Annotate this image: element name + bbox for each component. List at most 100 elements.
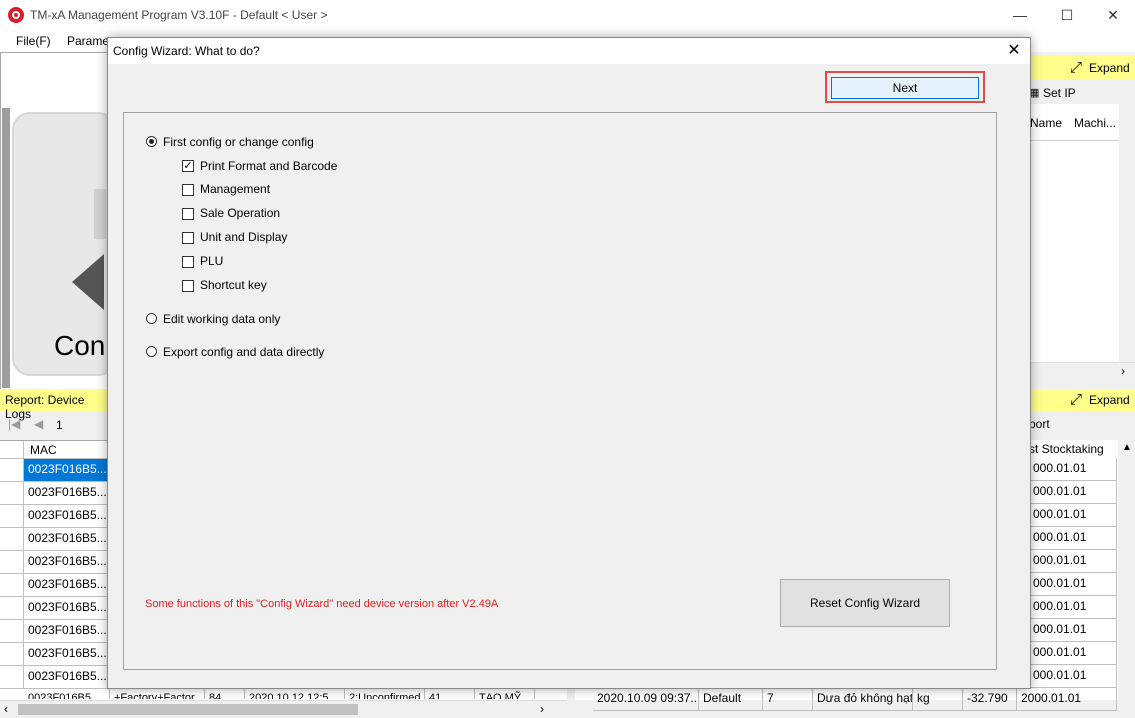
last-left-cell[interactable]: 2:Unconfirmed	[345, 689, 425, 699]
radio-first-config[interactable]	[146, 136, 157, 147]
last-right-cell[interactable]: -32.790	[963, 688, 1017, 711]
stock-grid-vscroll[interactable]: ▲	[1118, 440, 1135, 700]
row-header[interactable]	[0, 459, 24, 482]
last-right-cell[interactable]: 2000.01.01	[1017, 688, 1117, 711]
stocktaking-cell[interactable]: 000.01.01	[1029, 596, 1117, 619]
app-logo-icon	[8, 7, 24, 23]
last-right-cell[interactable]: Dưa đỏ không hạt	[813, 688, 913, 711]
window-title: TM-xA Management Program V3.10F - Defaul…	[30, 8, 328, 22]
scroll-right-icon-2[interactable]: ›	[540, 702, 544, 716]
export-label[interactable]: port	[1029, 417, 1050, 431]
menu-file[interactable]: File(F)	[16, 34, 51, 48]
config-tile-label: Con	[54, 330, 106, 361]
mac-cell[interactable]: 0023F016B5...	[24, 574, 110, 597]
row-header[interactable]	[0, 551, 24, 574]
device-grid-hscroll[interactable]: ›	[1029, 362, 1135, 380]
maximize-icon[interactable]: ☐	[1044, 0, 1090, 30]
stocktaking-cell[interactable]: 000.01.01	[1029, 481, 1117, 504]
check-plu-label[interactable]: PLU	[200, 254, 223, 268]
mac-cell[interactable]: 0023F016B5...	[24, 482, 110, 505]
scroll-right-icon[interactable]: ›	[1121, 364, 1125, 378]
row-header[interactable]	[0, 597, 24, 620]
last-row-right: 2020.10.09 09:37... Default 7 Dưa đỏ không …	[593, 688, 1117, 711]
row-header[interactable]	[0, 528, 24, 551]
row-header[interactable]	[0, 643, 24, 666]
mac-cell[interactable]: 0023F016B5...	[24, 528, 110, 551]
stocktaking-cell[interactable]: 000.01.01	[1029, 550, 1117, 573]
radio-export[interactable]	[146, 346, 157, 357]
reset-config-wizard-button[interactable]: Reset Config Wizard	[780, 579, 950, 627]
radio-export-label[interactable]: Export config and data directly	[163, 345, 324, 359]
radio-first-config-label[interactable]: First config or change config	[163, 135, 314, 149]
set-ip-button[interactable]: Set IP	[1043, 86, 1076, 100]
right-report-bar: ⤢ Expand	[1029, 389, 1135, 411]
col-machine[interactable]: Machi...	[1074, 116, 1116, 130]
row-header[interactable]	[0, 620, 24, 643]
last-left-cell[interactable]: 2020.10.12 12:5	[245, 689, 345, 699]
mac-cell[interactable]: 0023F016B5...	[24, 459, 110, 482]
page-number[interactable]: 1	[56, 418, 63, 432]
menu-parameter[interactable]: Parame	[67, 34, 109, 48]
stocktaking-cell[interactable]: 000.01.01	[1029, 504, 1117, 527]
check-sale-operation-label[interactable]: Sale Operation	[200, 206, 280, 220]
last-left-cell[interactable]: 41	[425, 689, 475, 699]
check-unit-display[interactable]	[182, 232, 194, 244]
stocktaking-cell[interactable]: 000.01.01	[1029, 642, 1117, 665]
col-name[interactable]: Name	[1030, 116, 1062, 130]
check-unit-display-label[interactable]: Unit and Display	[200, 230, 287, 244]
row-header[interactable]	[0, 666, 24, 689]
next-button[interactable]: Next	[831, 77, 979, 99]
scroll-thumb[interactable]	[18, 704, 358, 715]
minimize-icon[interactable]: —	[997, 0, 1043, 30]
mac-cell[interactable]: 0023F016B5...	[24, 620, 110, 643]
scroll-left-icon[interactable]: ‹	[4, 702, 8, 716]
prev-page-icon[interactable]: ◀	[34, 417, 43, 431]
last-left-cell[interactable]: TẠO MỸ	[475, 689, 535, 699]
mac-cell[interactable]: 0023F016B5...	[24, 505, 110, 528]
check-sale-operation[interactable]	[182, 208, 194, 220]
expand-icon-2[interactable]: ⤢	[1070, 392, 1086, 408]
check-shortcut-key[interactable]	[182, 280, 194, 292]
first-page-icon[interactable]: |◀	[8, 417, 20, 431]
check-print-format-label[interactable]: Print Format and Barcode	[200, 159, 337, 173]
row-header-corner	[0, 441, 24, 459]
last-right-cell[interactable]: 7	[763, 688, 813, 711]
check-print-format[interactable]: ✓	[182, 160, 194, 172]
row-header[interactable]	[0, 574, 24, 597]
last-left-cell[interactable]: 84	[205, 689, 245, 699]
last-left-cell[interactable]: +Factory+Factor	[110, 689, 205, 699]
expand-label[interactable]: Expand	[1089, 61, 1130, 75]
expand-label-2[interactable]: Expand	[1089, 393, 1130, 407]
stocktaking-cell[interactable]: 000.01.01	[1029, 458, 1117, 481]
last-left-cell[interactable]: 0023F016B5...	[24, 689, 110, 699]
close-icon[interactable]: ✕	[1090, 0, 1135, 30]
left-grid-hscroll[interactable]: ‹ ›	[0, 700, 567, 718]
check-plu[interactable]	[182, 256, 194, 268]
col-last-stocktaking[interactable]: st Stocktaking	[1029, 442, 1104, 456]
stocktaking-cell[interactable]: 000.01.01	[1029, 573, 1117, 596]
scroll-up-icon[interactable]: ▲	[1122, 442, 1132, 453]
mac-cell[interactable]: 0023F016B5...	[24, 666, 110, 689]
row-header[interactable]	[0, 505, 24, 528]
pager: |◀ ◀ 1	[0, 413, 110, 437]
check-shortcut-key-label[interactable]: Shortcut key	[200, 278, 267, 292]
stocktaking-cell[interactable]: 000.01.01	[1029, 665, 1117, 688]
mac-cell[interactable]: 0023F016B5...	[24, 551, 110, 574]
row-header[interactable]	[0, 482, 24, 505]
col-mac[interactable]: MAC	[24, 441, 110, 459]
last-right-cell[interactable]: Default	[699, 688, 763, 711]
config-wizard-dialog: Config Wizard: What to do? ✕ Next First …	[107, 37, 1031, 689]
last-right-cell[interactable]: 2020.10.09 09:37...	[593, 688, 699, 711]
dialog-close-icon[interactable]: ✕	[1004, 40, 1024, 60]
stocktaking-cell[interactable]: 000.01.01	[1029, 527, 1117, 550]
last-right-cell[interactable]: kg	[913, 688, 963, 711]
check-management[interactable]	[182, 184, 194, 196]
mac-cell[interactable]: 0023F016B5...	[24, 597, 110, 620]
stocktaking-cell[interactable]: 000.01.01	[1029, 619, 1117, 642]
mac-cell[interactable]: 0023F016B5...	[24, 643, 110, 666]
check-management-label[interactable]: Management	[200, 182, 270, 196]
expand-icon[interactable]: ⤢	[1070, 60, 1086, 76]
radio-edit-working[interactable]	[146, 313, 157, 324]
radio-edit-working-label[interactable]: Edit working data only	[163, 312, 280, 326]
device-grid-vscroll[interactable]	[1119, 104, 1135, 362]
